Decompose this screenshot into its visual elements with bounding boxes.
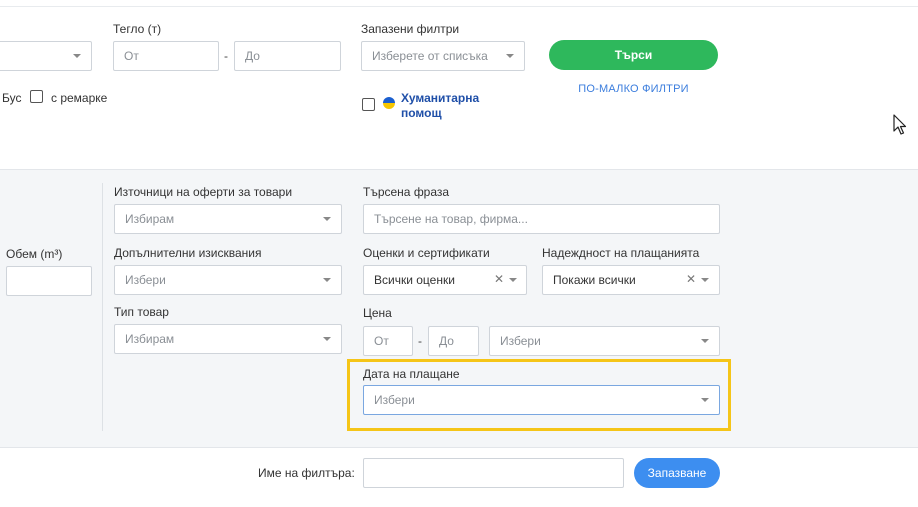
price-range-dash: - [418, 334, 422, 348]
search-phrase-label: Търсена фраза [363, 185, 450, 199]
search-button[interactable]: Търси [549, 40, 718, 70]
volume-input[interactable] [6, 266, 92, 296]
humanitarian-checkbox[interactable] [362, 98, 375, 111]
top-divider [0, 6, 918, 7]
goods-type-label: Тип товар [114, 305, 169, 319]
chevron-down-icon [506, 54, 514, 58]
sources-select[interactable]: Избирам [114, 204, 342, 234]
trailer-checkbox[interactable] [30, 90, 43, 103]
chevron-down-icon [323, 337, 331, 341]
bus-label: Бус [2, 91, 22, 105]
chevron-down-icon [701, 339, 709, 343]
ratings-label: Оценки и сертификати [363, 246, 490, 260]
price-from-input[interactable]: От [363, 326, 413, 356]
chevron-down-icon [701, 398, 709, 402]
weight-range-dash: - [224, 49, 228, 63]
payment-date-select[interactable]: Избери [363, 385, 720, 415]
chevron-down-icon [323, 217, 331, 221]
additional-requirements-label: Допълнителни изисквания [114, 246, 262, 260]
close-icon[interactable]: ✕ [686, 272, 696, 286]
chevron-down-icon [701, 278, 709, 282]
trailer-label: с ремарке [51, 91, 108, 105]
saved-filters-select[interactable]: Изберете от списъка [361, 41, 525, 71]
ukraine-flag-icon [383, 97, 395, 109]
volume-label: Обем (m³) [6, 247, 63, 261]
weight-label: Тегло (т) [113, 22, 162, 36]
weight-from-input[interactable]: От [113, 41, 219, 71]
chevron-down-icon [323, 278, 331, 282]
weight-to-input[interactable]: До [234, 41, 341, 71]
payment-date-label: Дата на плащане [363, 367, 460, 381]
saved-filters-label: Запазени филтри [361, 22, 460, 36]
payment-reliability-label: Надеждност на плащанията [542, 246, 700, 260]
price-currency-select[interactable]: Избери [489, 326, 720, 356]
additional-requirements-select[interactable]: Избери [114, 265, 342, 295]
mouse-pointer-icon [893, 114, 907, 136]
price-to-input[interactable]: До [428, 326, 479, 356]
humanitarian-label[interactable]: Хуманитарна помощ [401, 91, 511, 121]
fewer-filters-link[interactable]: ПО-МАЛКО ФИЛТРИ [549, 83, 718, 95]
column-divider [102, 183, 103, 431]
price-label: Цена [363, 306, 392, 320]
search-phrase-input[interactable]: Търсене на товар, фирма... [363, 204, 720, 234]
chevron-down-icon [509, 278, 517, 282]
chevron-down-icon [73, 54, 81, 58]
close-icon[interactable]: ✕ [494, 272, 504, 286]
filter-name-input[interactable] [363, 458, 624, 488]
sources-label: Източници на оферти за товари [114, 185, 293, 199]
filter-name-label: Име на филтъра: [258, 466, 355, 480]
save-filter-button[interactable]: Запазване [634, 458, 720, 488]
goods-type-select[interactable]: Избирам [114, 324, 342, 354]
